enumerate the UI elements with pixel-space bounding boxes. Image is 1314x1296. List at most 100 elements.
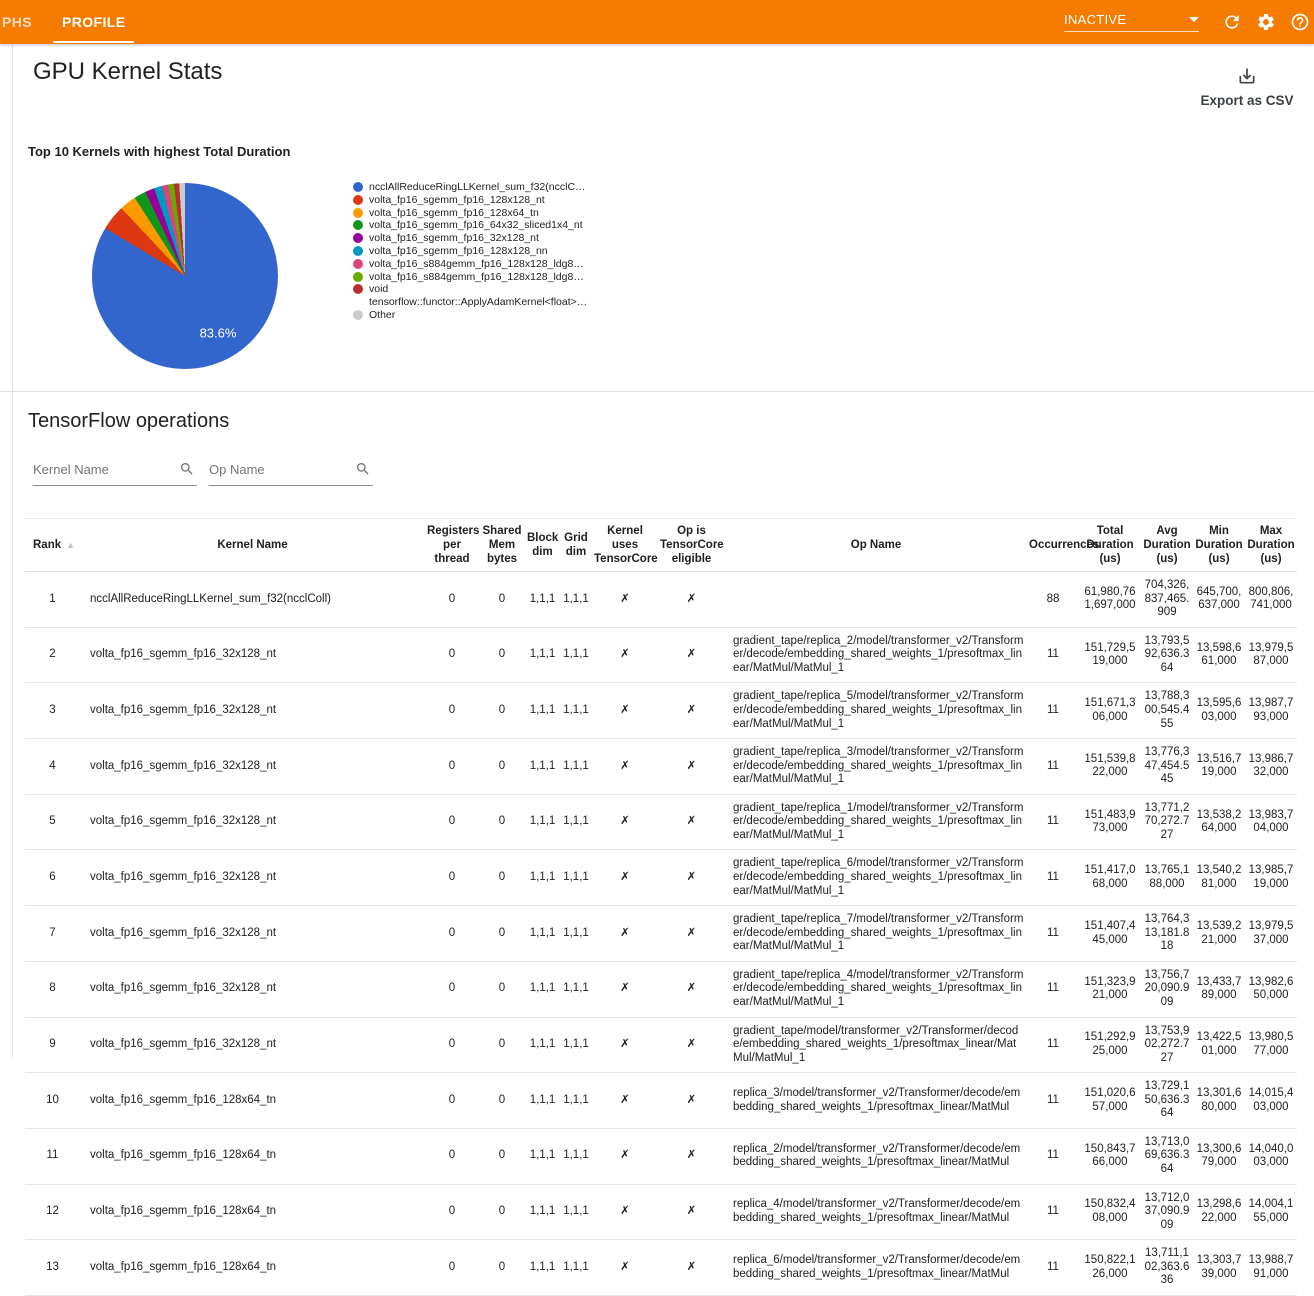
max-duration-cell: 13,979,587,000 bbox=[1245, 627, 1297, 683]
registers-cell: 0 bbox=[425, 1240, 479, 1296]
shared-mem-cell: 0 bbox=[479, 1017, 525, 1073]
occurrences-cell: 11 bbox=[1027, 1128, 1079, 1184]
section-divider bbox=[0, 391, 1314, 392]
column-header-avg_duration_us[interactable]: Avg Duration (us) bbox=[1141, 519, 1193, 572]
legend-item: volta_fp16_s884gemm_fp16_128x128_ldg8… bbox=[353, 258, 603, 271]
tensorcore-eligible-cell: ✗ bbox=[658, 683, 725, 739]
block-dim-cell: 1,1,1 bbox=[525, 1073, 560, 1129]
max-duration-cell: 13,988,791,000 bbox=[1245, 1240, 1297, 1296]
tab-graphs-partial[interactable]: PHS bbox=[0, 0, 41, 44]
column-header-total_duration_us[interactable]: Total Duration (us) bbox=[1079, 519, 1141, 572]
op-name-cell: gradient_tape/model/transformer_v2/Trans… bbox=[725, 1017, 1027, 1073]
shared-mem-cell: 0 bbox=[479, 1073, 525, 1129]
legend-swatch-icon bbox=[353, 310, 363, 320]
grid-dim-cell: 1,1,1 bbox=[560, 572, 592, 628]
shared-mem-cell: 0 bbox=[479, 906, 525, 962]
column-header-shared_mem_bytes[interactable]: Shared Mem bytes bbox=[479, 519, 525, 572]
rank-cell: 3 bbox=[25, 683, 80, 739]
shared-mem-cell: 0 bbox=[479, 572, 525, 628]
column-header-rank[interactable]: Rank▲ bbox=[25, 519, 80, 572]
rank-cell: 9 bbox=[25, 1017, 80, 1073]
total-duration-cell: 151,407,445,000 bbox=[1079, 906, 1141, 962]
rank-cell: 10 bbox=[25, 1073, 80, 1129]
min-duration-cell: 13,298,622,000 bbox=[1193, 1184, 1245, 1240]
shared-mem-cell: 0 bbox=[479, 1128, 525, 1184]
rank-cell: 1 bbox=[25, 572, 80, 628]
op-name-cell: gradient_tape/replica_6/model/transforme… bbox=[725, 850, 1027, 906]
tab-profile[interactable]: PROFILE bbox=[53, 0, 134, 44]
occurrences-cell: 11 bbox=[1027, 961, 1079, 1017]
table-row: 12volta_fp16_sgemm_fp16_128x64_tn001,1,1… bbox=[25, 1184, 1297, 1240]
legend-swatch-icon bbox=[353, 272, 363, 282]
legend-label: volta_fp16_sgemm_fp16_64x32_sliced1x4_nt bbox=[369, 219, 599, 232]
kernel-name-cell: volta_fp16_sgemm_fp16_32x128_nt bbox=[80, 739, 425, 795]
table-row: 11volta_fp16_sgemm_fp16_128x64_tn001,1,1… bbox=[25, 1128, 1297, 1184]
uses-tensorcore-cell: ✗ bbox=[592, 850, 658, 906]
grid-dim-cell: 1,1,1 bbox=[560, 1184, 592, 1240]
legend-swatch-icon bbox=[353, 195, 363, 205]
refresh-icon[interactable] bbox=[1220, 10, 1244, 34]
op-name-cell: gradient_tape/replica_3/model/transforme… bbox=[725, 739, 1027, 795]
kernel-name-input[interactable] bbox=[33, 458, 173, 485]
table-row: 13volta_fp16_sgemm_fp16_128x64_tn001,1,1… bbox=[25, 1240, 1297, 1296]
tensorcore-eligible-cell: ✗ bbox=[658, 572, 725, 628]
legend-label: void tensorflow::functor::ApplyAdamKerne… bbox=[369, 283, 599, 309]
column-header-kernel_uses_tensorcore[interactable]: Kernel uses TensorCore bbox=[592, 519, 658, 572]
occurrences-cell: 11 bbox=[1027, 683, 1079, 739]
registers-cell: 0 bbox=[425, 683, 479, 739]
help-icon[interactable] bbox=[1288, 10, 1312, 34]
column-header-op_name[interactable]: Op Name bbox=[725, 519, 1027, 572]
run-selector-dropdown[interactable]: INACTIVE bbox=[1064, 12, 1199, 32]
gear-icon[interactable] bbox=[1254, 10, 1278, 34]
kernel-name-cell: volta_fp16_sgemm_fp16_32x128_nt bbox=[80, 961, 425, 1017]
block-dim-cell: 1,1,1 bbox=[525, 627, 560, 683]
op-name-filter bbox=[209, 458, 373, 486]
block-dim-cell: 1,1,1 bbox=[525, 906, 560, 962]
download-icon bbox=[1237, 73, 1257, 90]
column-header-occurrences[interactable]: Occurrences bbox=[1027, 519, 1079, 572]
table-row: 3volta_fp16_sgemm_fp16_32x128_nt001,1,11… bbox=[25, 683, 1297, 739]
kernel-table-body: 1ncclAllReduceRingLLKernel_sum_f32(ncclC… bbox=[25, 572, 1297, 1296]
legend-label: volta_fp16_sgemm_fp16_32x128_nt bbox=[369, 232, 599, 245]
max-duration-cell: 13,986,732,000 bbox=[1245, 739, 1297, 795]
grid-dim-cell: 1,1,1 bbox=[560, 1073, 592, 1129]
uses-tensorcore-cell: ✗ bbox=[592, 1240, 658, 1296]
column-header-grid_dim[interactable]: Grid dim bbox=[560, 519, 592, 572]
uses-tensorcore-cell: ✗ bbox=[592, 906, 658, 962]
op-name-input[interactable] bbox=[209, 458, 349, 485]
rank-cell: 4 bbox=[25, 739, 80, 795]
topbar-spacer bbox=[134, 0, 1064, 44]
max-duration-cell: 13,979,537,000 bbox=[1245, 906, 1297, 962]
total-duration-cell: 151,323,921,000 bbox=[1079, 961, 1141, 1017]
column-header-op_is_tensorcore_eligible[interactable]: Op is TensorCore eligible bbox=[658, 519, 725, 572]
max-duration-cell: 14,040,003,000 bbox=[1245, 1128, 1297, 1184]
shared-mem-cell: 0 bbox=[479, 850, 525, 906]
total-duration-cell: 61,980,761,697,000 bbox=[1079, 572, 1141, 628]
legend-label: ncclAllReduceRingLLKernel_sum_f32(ncclC… bbox=[369, 181, 599, 194]
tensorcore-eligible-cell: ✗ bbox=[658, 627, 725, 683]
kernel-name-cell: volta_fp16_sgemm_fp16_128x64_tn bbox=[80, 1184, 425, 1240]
column-header-min_duration_us[interactable]: Min Duration (us) bbox=[1193, 519, 1245, 572]
rank-cell: 5 bbox=[25, 794, 80, 850]
kernel-stats-table: Rank▲Kernel NameRegisters per threadShar… bbox=[25, 518, 1297, 1296]
total-duration-cell: 150,832,408,000 bbox=[1079, 1184, 1141, 1240]
kernel-name-cell: volta_fp16_sgemm_fp16_32x128_nt bbox=[80, 794, 425, 850]
avg-duration-cell: 13,776,347,454.545 bbox=[1141, 739, 1193, 795]
column-header-kernel_name[interactable]: Kernel Name bbox=[80, 519, 425, 572]
export-csv-button[interactable]: Export as CSV bbox=[1199, 66, 1295, 108]
registers-cell: 0 bbox=[425, 1184, 479, 1240]
tensorcore-eligible-cell: ✗ bbox=[658, 1017, 725, 1073]
run-selector-value: INACTIVE bbox=[1064, 12, 1126, 27]
legend-label: volta_fp16_s884gemm_fp16_128x128_ldg8… bbox=[369, 258, 599, 271]
uses-tensorcore-cell: ✗ bbox=[592, 627, 658, 683]
column-header-block_dim[interactable]: Block dim bbox=[525, 519, 560, 572]
column-header-registers_per_thread[interactable]: Registers per thread bbox=[425, 519, 479, 572]
occurrences-cell: 11 bbox=[1027, 627, 1079, 683]
column-header-max_duration_us[interactable]: Max Duration (us) bbox=[1245, 519, 1297, 572]
tensorcore-eligible-cell: ✗ bbox=[658, 794, 725, 850]
op-name-cell: gradient_tape/replica_7/model/transforme… bbox=[725, 906, 1027, 962]
block-dim-cell: 1,1,1 bbox=[525, 683, 560, 739]
chart-title: Top 10 Kernels with highest Total Durati… bbox=[28, 144, 290, 159]
kernel-duration-pie-chart[interactable]: 83.6% bbox=[92, 183, 278, 369]
block-dim-cell: 1,1,1 bbox=[525, 1017, 560, 1073]
